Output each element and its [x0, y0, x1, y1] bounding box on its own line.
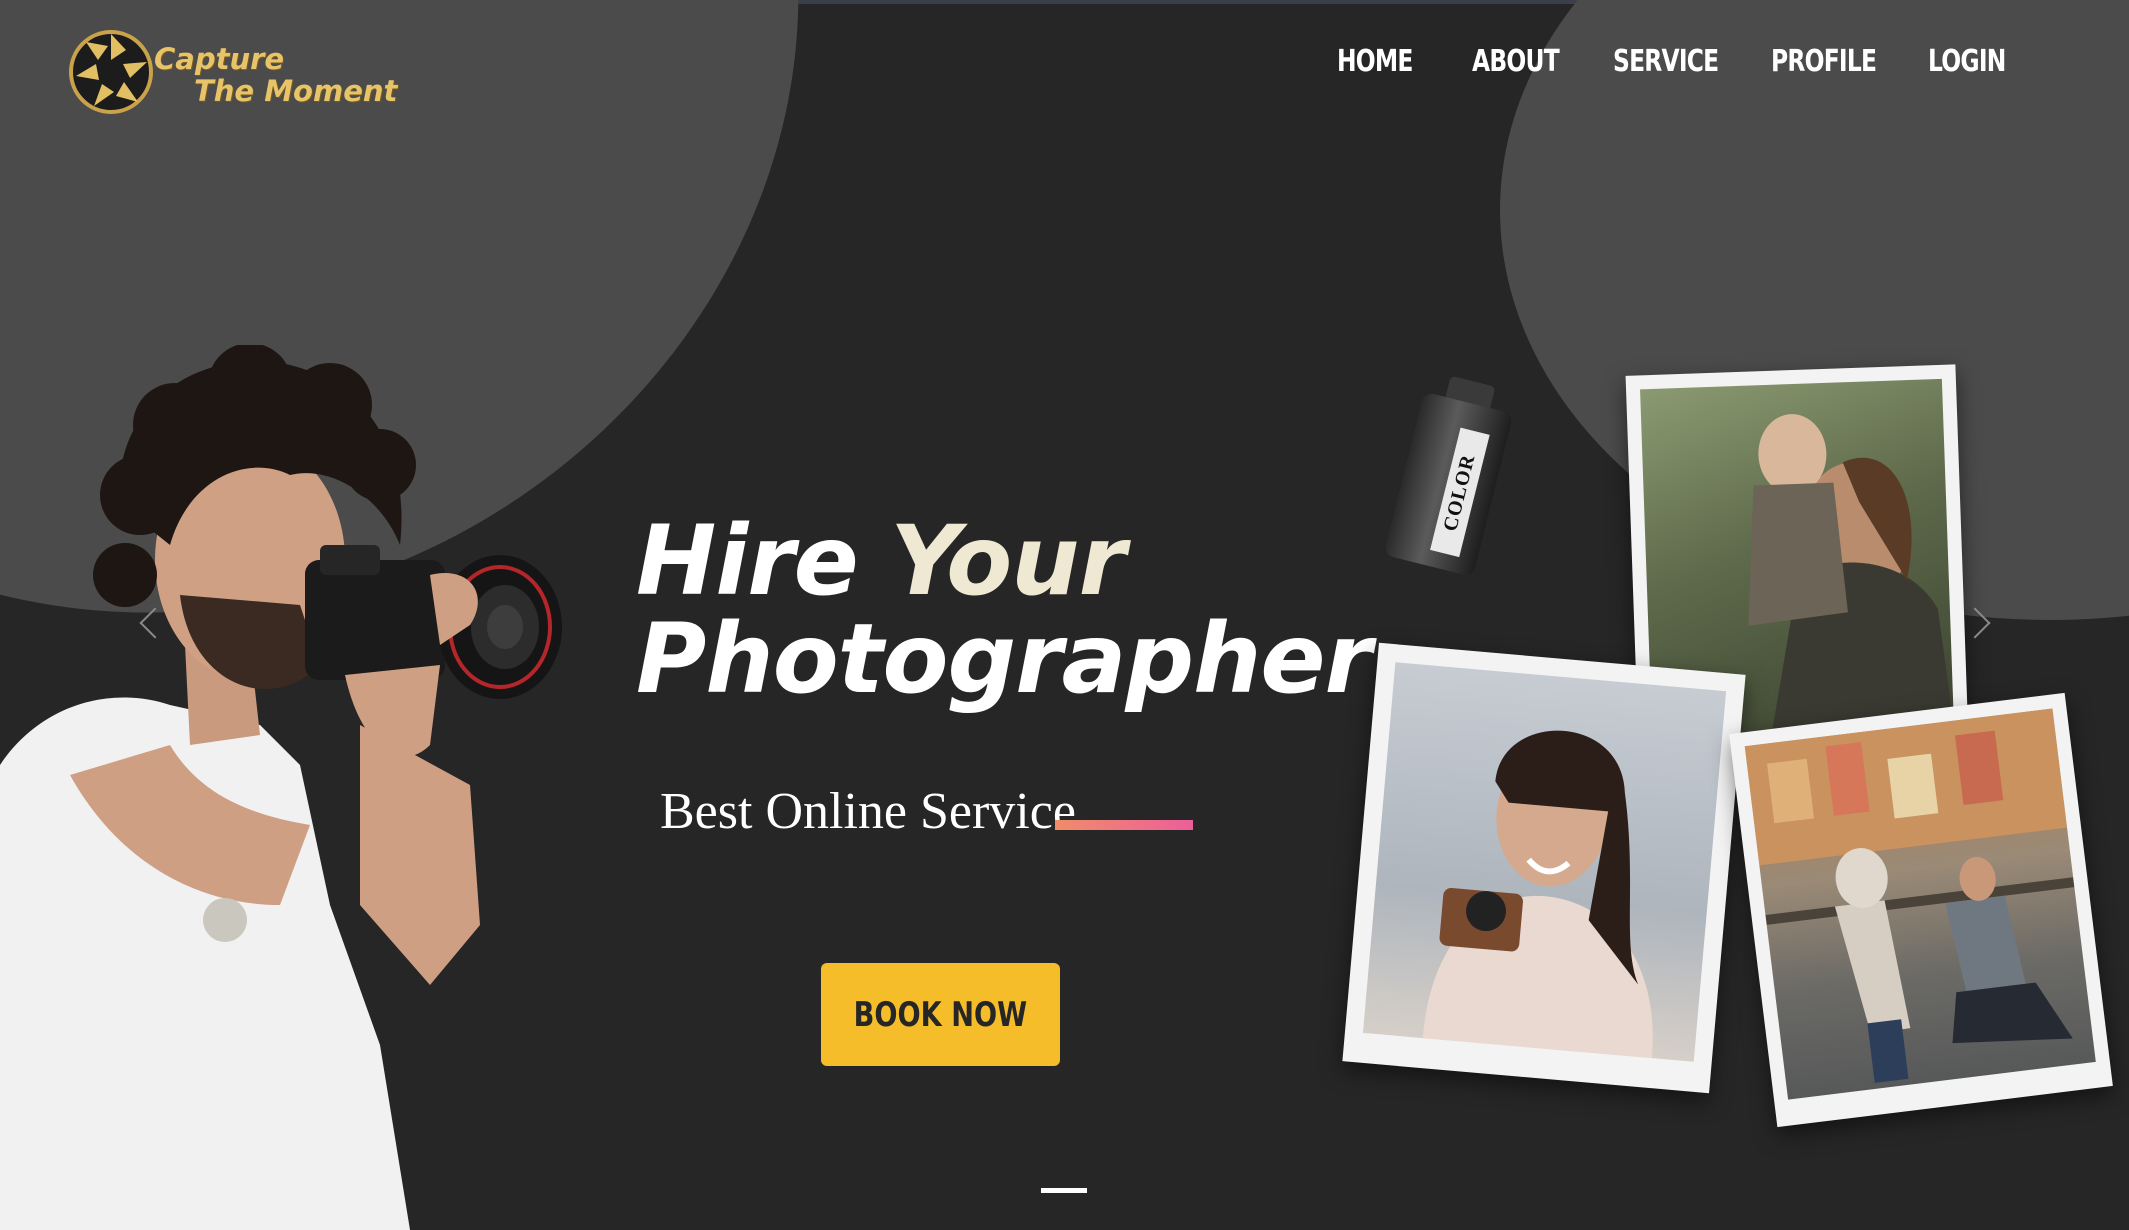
- subtitle-accent-line: [1055, 820, 1193, 830]
- hero-section: Capture The Moment HOME ABOUT SERVICE PR…: [0, 0, 2129, 1230]
- hero-title: Hire Your Photographer: [636, 512, 1372, 708]
- nav-about[interactable]: ABOUT: [1472, 44, 1582, 79]
- main-nav: HOME ABOUT SERVICE PROFILE LOGIN: [1337, 44, 2006, 79]
- book-now-button[interactable]: BOOK NOW: [821, 963, 1060, 1066]
- hero-title-word-your: Your: [890, 505, 1126, 617]
- hero-subtitle: Best Online Service: [660, 783, 1076, 840]
- camera-aperture-icon: [69, 30, 153, 114]
- film-canister-image: COLOR: [1361, 354, 1551, 603]
- carousel-indicator[interactable]: [1041, 1188, 1087, 1193]
- nav-service[interactable]: SERVICE: [1613, 44, 1736, 79]
- proposal-photo: [1729, 692, 2113, 1128]
- hero-title-word-photographer: Photographer: [636, 603, 1372, 715]
- book-now-label: BOOK NOW: [853, 994, 1028, 1035]
- hero-title-word-hire: Hire: [636, 505, 859, 617]
- brand-name-line1: Capture: [154, 42, 285, 76]
- nav-home[interactable]: HOME: [1337, 44, 1442, 79]
- brand-name-line2: The Moment: [194, 74, 398, 108]
- nav-login[interactable]: LOGIN: [1928, 44, 2006, 79]
- nav-profile[interactable]: PROFILE: [1771, 44, 1893, 79]
- photographer-image: [0, 345, 562, 1230]
- woman-with-camera-photo: [1342, 642, 1746, 1094]
- brand-logo[interactable]: Capture The Moment: [68, 20, 398, 125]
